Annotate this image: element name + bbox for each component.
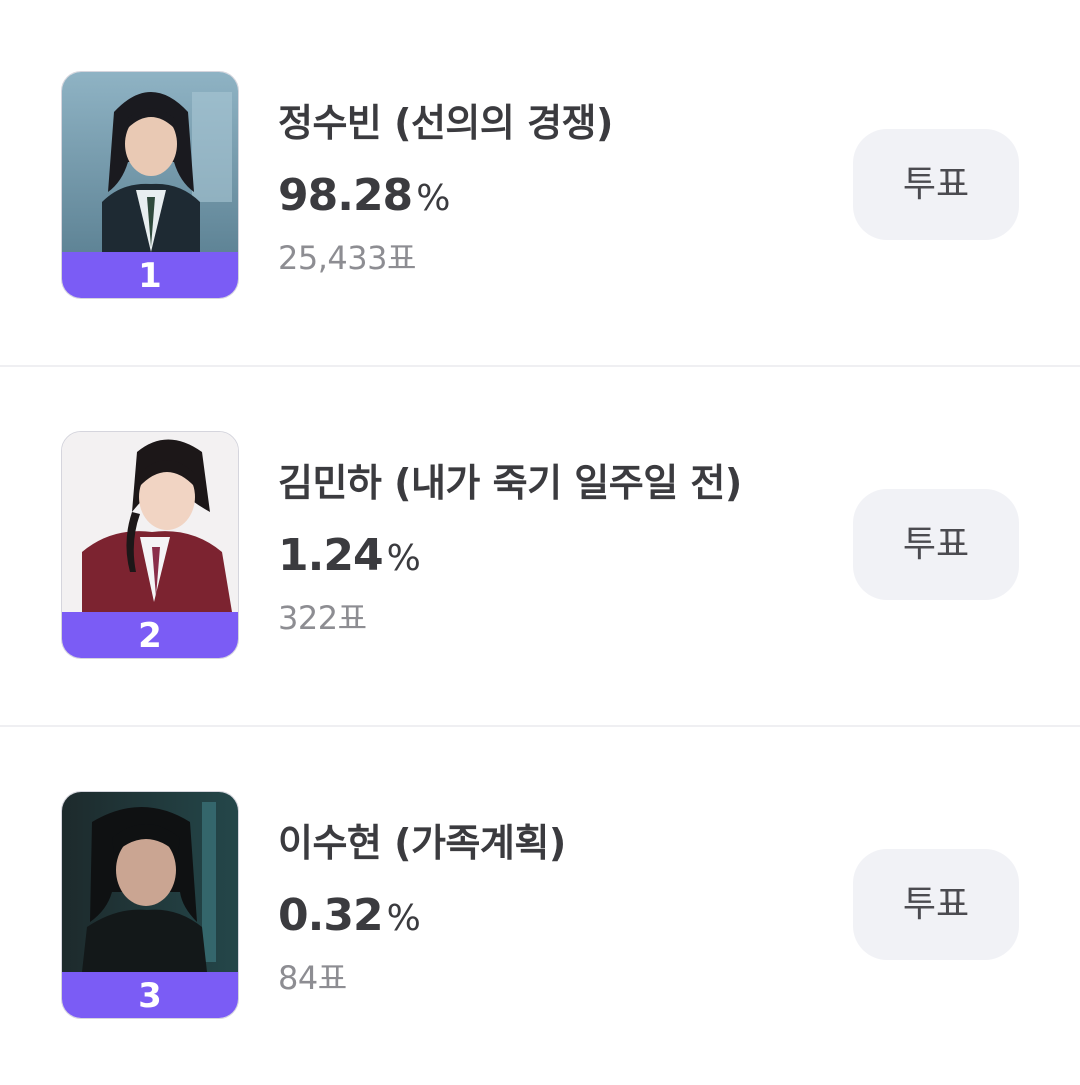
vote-button[interactable]: 투표 bbox=[853, 129, 1019, 240]
candidate-thumbnail: 3 bbox=[61, 791, 239, 1019]
vote-count: 322표 bbox=[278, 599, 367, 637]
candidate-row: 2 김민하 (내가 죽기 일주일 전) 1.24% 322표 투표 bbox=[0, 360, 1080, 720]
rank-badge: 1 bbox=[62, 252, 238, 298]
percent-sign: % bbox=[386, 538, 421, 579]
candidate-photo bbox=[62, 432, 238, 612]
vote-count: 84표 bbox=[278, 959, 347, 997]
vote-count: 25,433표 bbox=[278, 239, 416, 277]
candidate-thumbnail: 1 bbox=[61, 71, 239, 299]
candidate-photo bbox=[62, 792, 238, 972]
candidate-row: 3 이수현 (가족계획) 0.32% 84표 투표 bbox=[0, 720, 1080, 1080]
vote-percentage: 1.24% bbox=[278, 530, 421, 581]
candidate-row: 1 정수빈 (선의의 경쟁) 98.28% 25,433표 투표 bbox=[0, 0, 1080, 360]
rank-badge: 3 bbox=[62, 972, 238, 1018]
percentage-value: 1.24 bbox=[278, 530, 384, 581]
percentage-value: 0.32 bbox=[278, 890, 384, 941]
vote-button[interactable]: 투표 bbox=[853, 849, 1019, 960]
vote-button[interactable]: 투표 bbox=[853, 489, 1019, 600]
vote-percentage: 0.32% bbox=[278, 890, 421, 941]
candidate-name: 정수빈 (선의의 경쟁) bbox=[278, 101, 613, 145]
percent-sign: % bbox=[416, 178, 451, 219]
percentage-value: 98.28 bbox=[278, 170, 413, 221]
rank-badge: 2 bbox=[62, 612, 238, 658]
candidate-thumbnail: 2 bbox=[61, 431, 239, 659]
vote-percentage: 98.28% bbox=[278, 170, 450, 221]
candidate-photo bbox=[62, 72, 238, 252]
candidate-name: 이수현 (가족계획) bbox=[278, 821, 566, 865]
percent-sign: % bbox=[386, 898, 421, 939]
candidate-name: 김민하 (내가 죽기 일주일 전) bbox=[278, 461, 742, 505]
